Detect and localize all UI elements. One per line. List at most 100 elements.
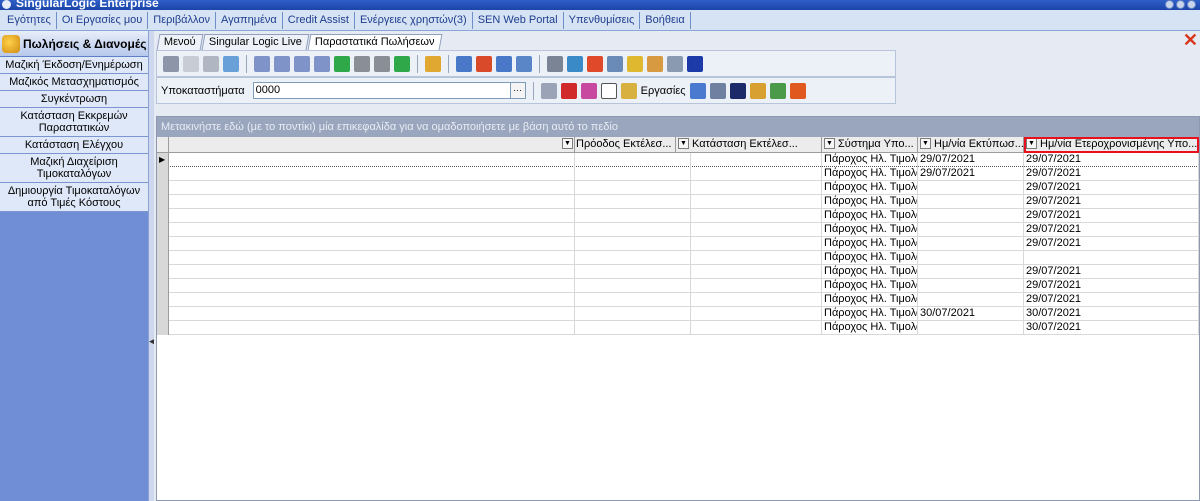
minimize-icon[interactable] xyxy=(1165,0,1174,9)
table-cell[interactable]: Πάροχος Ηλ. Τιμολό xyxy=(822,321,918,335)
table-cell[interactable]: 30/07/2021 xyxy=(1024,321,1199,335)
users-icon[interactable] xyxy=(647,55,663,72)
sidebar-item-create-price-lists[interactable]: Δημιουργία Τιμοκαταλόγων από Τιμές Κόστο… xyxy=(0,183,148,212)
save-record-icon[interactable] xyxy=(374,55,390,72)
menu-item-units[interactable]: Εγότητες xyxy=(2,11,57,29)
table-cell[interactable]: 29/07/2021 xyxy=(1024,223,1199,237)
sidebar-item-mass-issue[interactable]: Μαζική Έκδοση/Ενημέρωση xyxy=(0,57,148,74)
sidebar-header[interactable]: Πωλήσεις & Διανομές xyxy=(0,31,148,57)
tasks-menu-button[interactable]: Εργασίες xyxy=(641,85,686,97)
find-icon[interactable] xyxy=(476,55,492,72)
table-cell[interactable]: Πάροχος Ηλ. Τιμολό xyxy=(822,209,918,223)
refresh-icon[interactable] xyxy=(394,55,410,72)
table-cell[interactable] xyxy=(575,181,691,195)
clear-filter-icon[interactable] xyxy=(183,55,199,72)
table-cell[interactable] xyxy=(918,251,1024,265)
column-header-print-date[interactable]: ▼ Ημ/νία Εκτύπωσ... xyxy=(918,137,1024,153)
table-cell[interactable]: 29/07/2021 xyxy=(918,167,1024,181)
table-cell[interactable] xyxy=(918,279,1024,293)
action-icon-9[interactable] xyxy=(789,82,806,99)
action-icon-7[interactable] xyxy=(749,82,766,99)
table-cell[interactable] xyxy=(691,251,822,265)
close-icon[interactable]: ✕ xyxy=(1183,31,1198,49)
sidebar-item-consolidation[interactable]: Συγκέντρωση xyxy=(0,91,148,108)
table-cell[interactable]: 29/07/2021 xyxy=(1024,181,1199,195)
table-cell[interactable]: Πάροχος Ηλ. Τιμολό xyxy=(822,195,918,209)
branch-lookup-button[interactable]: ··· xyxy=(509,82,526,99)
column-header-deferred-date[interactable]: ▼ Ημ/νία Ετεροχρονισμένης Υπο... xyxy=(1024,137,1199,153)
table-cell[interactable]: Πάροχος Ηλ. Τιμολό xyxy=(822,181,918,195)
action-icon-2[interactable] xyxy=(560,82,577,99)
table-cell[interactable] xyxy=(691,181,822,195)
table-cell[interactable]: 30/07/2021 xyxy=(918,307,1024,321)
table-cell[interactable] xyxy=(918,293,1024,307)
table-cell[interactable]: Πάροχος Ηλ. Τιμολό xyxy=(822,251,918,265)
table-cell[interactable] xyxy=(918,223,1024,237)
table-row[interactable]: Πάροχος Ηλ. Τιμολό xyxy=(157,251,1199,265)
document-icon[interactable] xyxy=(607,55,623,72)
sidebar-item-pending-documents[interactable]: Κατάσταση Εκκρεμών Παραστατικών xyxy=(0,108,148,137)
column-dropdown-icon[interactable]: ▼ xyxy=(920,137,931,149)
table-cell[interactable]: Πάροχος Ηλ. Τιμολό xyxy=(822,223,918,237)
table-cell[interactable]: Πάροχος Ηλ. Τιμολό xyxy=(822,307,918,321)
maximize-icon[interactable] xyxy=(1176,0,1185,9)
table-cell[interactable]: Πάροχος Ηλ. Τιμολό xyxy=(822,279,918,293)
table-cell[interactable]: 29/07/2021 xyxy=(1024,279,1199,293)
delete-record-icon[interactable] xyxy=(354,55,370,72)
filter-icon[interactable] xyxy=(203,55,219,72)
table-cell[interactable] xyxy=(575,167,691,181)
row-selector[interactable] xyxy=(157,223,169,237)
calculator-icon[interactable] xyxy=(425,55,441,72)
table-cell[interactable] xyxy=(691,307,822,321)
table-row[interactable]: Πάροχος Ηλ. Τιμολό 29/07/2021 xyxy=(157,237,1199,251)
table-cell[interactable]: Πάροχος Ηλ. Τιμολό xyxy=(822,237,918,251)
row-selector[interactable] xyxy=(157,265,169,279)
table-row[interactable]: Πάροχος Ηλ. Τιμολό 29/07/2021 xyxy=(157,293,1199,307)
action-icon-5[interactable] xyxy=(709,82,726,99)
row-selector[interactable] xyxy=(157,321,169,335)
column-dropdown-icon[interactable]: ▼ xyxy=(678,137,689,149)
column-header-execution-status[interactable]: ▼ Κατάσταση Εκτέλεσ... xyxy=(676,137,822,153)
row-selector[interactable] xyxy=(157,293,169,307)
table-row[interactable]: ▶ Πάροχος Ηλ. Τιμολό 29/07/2021 29/07/2021 xyxy=(157,153,1199,167)
tab-singular-logic-live[interactable]: Singular Logic Live xyxy=(201,34,310,50)
table-cell[interactable] xyxy=(575,265,691,279)
row-selector[interactable] xyxy=(157,181,169,195)
table-cell[interactable] xyxy=(691,321,822,335)
action-icon-4[interactable] xyxy=(689,82,706,99)
table-cell[interactable]: 29/07/2021 xyxy=(918,153,1024,167)
menu-item-environment[interactable]: Περιβάλλον xyxy=(148,11,216,29)
table-row[interactable]: Πάροχος Ηλ. Τιμολό 29/07/2021 xyxy=(157,223,1199,237)
table-cell[interactable] xyxy=(918,209,1024,223)
menu-item-sen-web-portal[interactable]: SEN Web Portal xyxy=(473,11,564,29)
row-selector[interactable] xyxy=(157,237,169,251)
group-icon[interactable] xyxy=(496,55,512,72)
table-cell[interactable]: Πάροχος Ηλ. Τιμολό xyxy=(822,265,918,279)
sort-icon[interactable] xyxy=(516,55,532,72)
table-cell[interactable]: 30/07/2021 xyxy=(1024,307,1199,321)
table-row[interactable]: Πάροχος Ηλ. Τιμολό 29/07/2021 xyxy=(157,265,1199,279)
table-cell[interactable] xyxy=(691,237,822,251)
table-cell[interactable] xyxy=(918,265,1024,279)
column-dropdown-icon[interactable]: ▼ xyxy=(1026,137,1037,149)
table-cell[interactable] xyxy=(691,195,822,209)
table-cell[interactable] xyxy=(575,223,691,237)
layout-icon[interactable] xyxy=(223,55,239,72)
column-header-progress[interactable]: ▼ Πρόοδος Εκτέλεσ... xyxy=(560,137,676,153)
previous-record-icon[interactable] xyxy=(274,55,290,72)
row-selector[interactable] xyxy=(157,279,169,293)
table-cell[interactable] xyxy=(575,307,691,321)
menu-item-credit-assist[interactable]: Credit Assist xyxy=(283,11,355,29)
table-cell[interactable] xyxy=(691,223,822,237)
table-cell[interactable]: 29/07/2021 xyxy=(1024,167,1199,181)
table-cell[interactable] xyxy=(918,181,1024,195)
table-row[interactable]: Πάροχος Ηλ. Τιμολό 30/07/2021 30/07/2021 xyxy=(157,307,1199,321)
row-selector[interactable] xyxy=(157,251,169,265)
table-cell[interactable]: 29/07/2021 xyxy=(1024,153,1199,167)
table-row[interactable]: Πάροχος Ηλ. Τιμολό 29/07/2021 xyxy=(157,181,1199,195)
table-cell[interactable]: Πάροχος Ηλ. Τιμολό xyxy=(822,153,918,167)
menu-item-help[interactable]: Βοήθεια xyxy=(640,11,691,29)
column-header-provider-system[interactable]: ▼ Σύστημα Υπο... xyxy=(822,137,918,153)
table-cell[interactable] xyxy=(691,153,822,167)
table-cell[interactable]: 29/07/2021 xyxy=(1024,237,1199,251)
